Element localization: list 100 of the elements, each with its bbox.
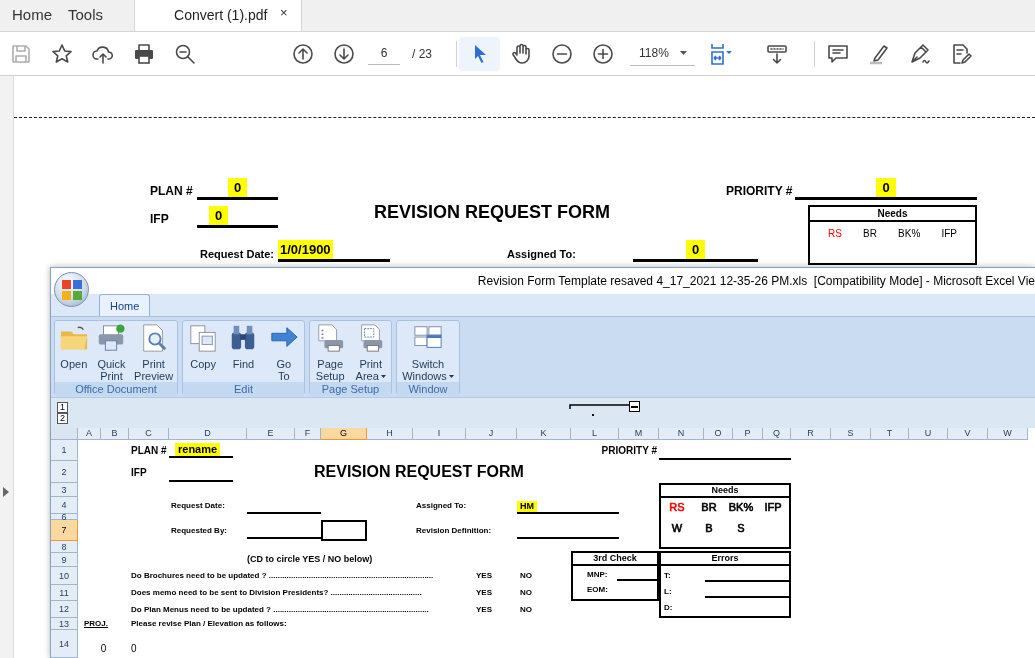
- column-header[interactable]: Q: [763, 428, 791, 440]
- tab[interactable]: Tools: [68, 0, 135, 31]
- box-title: Needs: [661, 485, 789, 498]
- column-header[interactable]: H: [367, 428, 413, 440]
- row-header[interactable]: 12: [51, 601, 78, 618]
- row-header[interactable]: 14: [51, 630, 78, 658]
- column-header[interactable]: T: [871, 428, 909, 440]
- form-label: Assigned To:: [415, 499, 466, 512]
- caret-icon: [680, 51, 687, 55]
- row-header[interactable]: 1: [51, 440, 78, 461]
- row-header[interactable]: 11: [51, 585, 78, 601]
- box-title: Errors: [661, 553, 789, 566]
- column-header[interactable]: S: [831, 428, 871, 440]
- cell-value: 0: [130, 642, 138, 656]
- window-title: Revision Form Template resaved 4_17_2021 12-35-26 PM.xls [Compatibility Mode] - Microsoft Excel Vie: [477, 272, 1035, 290]
- column-header[interactable]: V: [948, 428, 988, 440]
- needs-option: IFP: [941, 226, 957, 241]
- printer-icon: [96, 323, 127, 354]
- question-text: Do Brochures need to be updated ? ..........................................................................: [130, 570, 435, 582]
- column-header[interactable]: E: [247, 428, 295, 440]
- ribbon-button[interactable]: Print Preview: [133, 323, 175, 383]
- active-cell[interactable]: [321, 520, 367, 541]
- group-label: Edit: [183, 382, 304, 397]
- collapse-button[interactable]: [629, 401, 640, 413]
- needs-option: W: [671, 522, 683, 534]
- column-header[interactable]: U: [909, 428, 948, 440]
- column-header[interactable]: O: [704, 428, 733, 440]
- row-header[interactable]: 10: [51, 567, 78, 585]
- answer-option: NO: [517, 570, 571, 582]
- minus-icon: [631, 405, 638, 408]
- form-label: Request Date:: [170, 499, 226, 512]
- form-value: rename: [175, 443, 221, 456]
- form-title: REVISION REQUEST FORM: [313, 462, 525, 482]
- column-header[interactable]: M: [619, 428, 659, 440]
- column-header[interactable]: B: [101, 428, 129, 440]
- arrow-up-circle-icon: [290, 41, 315, 66]
- column-header[interactable]: N: [659, 428, 704, 440]
- plus-circle-icon: [590, 41, 615, 66]
- needs-option: B: [705, 522, 713, 534]
- ribbon-button[interactable]: Page Setup: [314, 323, 347, 383]
- column-header[interactable]: P: [733, 428, 763, 440]
- question-text: Do Plan Menus need to be updated ? ......................................................................: [130, 603, 430, 616]
- column-header[interactable]: J: [466, 428, 517, 440]
- ribbon-button[interactable]: Print Area: [354, 323, 387, 383]
- form-label: T:: [663, 570, 672, 582]
- page-number-field[interactable]: 6: [368, 42, 400, 65]
- needs-option: IFP: [764, 501, 782, 513]
- column-header[interactable]: D: [169, 428, 247, 440]
- document-printer-icon: [315, 323, 346, 354]
- note-text: Please revise Plan / Elevation as follows:: [130, 619, 288, 629]
- group-label: Window: [397, 382, 459, 397]
- form-value: 0: [876, 177, 896, 197]
- form-label: Requested By:: [170, 524, 228, 537]
- column-header[interactable]: I: [413, 428, 466, 440]
- form-label: D:: [663, 602, 673, 614]
- row-header[interactable]: 7: [51, 520, 78, 541]
- app-logo-icon: [60, 278, 83, 301]
- question-text: Does memo need to be sent to Division Presidents? .........................................: [130, 587, 423, 599]
- row-header[interactable]: 2: [51, 461, 78, 483]
- column-header[interactable]: K: [517, 428, 571, 440]
- row-header[interactable]: 8: [51, 541, 78, 553]
- tab[interactable]: Home: [0, 0, 68, 31]
- outline-level-button[interactable]: 1: [57, 402, 68, 414]
- column-header[interactable]: R: [791, 428, 831, 440]
- column-header[interactable]: L: [571, 428, 619, 440]
- star-icon: [49, 41, 74, 66]
- form-label: Request Date:: [200, 246, 275, 262]
- select-tool-button[interactable]: [459, 36, 500, 71]
- form-label: MNP:: [586, 569, 609, 581]
- form-label: PLAN #: [150, 183, 194, 200]
- ribbon-button[interactable]: Find: [227, 323, 260, 371]
- form-label: EOM:: [586, 584, 608, 596]
- row-header[interactable]: 9: [51, 553, 78, 567]
- column-header[interactable]: C: [129, 428, 169, 440]
- column-header[interactable]: G: [321, 428, 367, 440]
- ribbon-button[interactable]: Quick Print: [95, 323, 128, 383]
- ribbon-button[interactable]: Copy: [187, 323, 220, 371]
- form-label: PROJ.: [83, 619, 109, 629]
- close-tab-button[interactable]: ×: [280, 2, 288, 22]
- row-header[interactable]: 13: [51, 618, 78, 630]
- ribbon-tab[interactable]: Home: [99, 294, 151, 317]
- needs-option: BK%: [728, 501, 754, 513]
- column-header[interactable]: W: [988, 428, 1028, 440]
- copy-icon: [188, 323, 219, 354]
- answer-option: NO: [517, 603, 571, 616]
- ribbon-button[interactable]: Go To: [267, 323, 300, 383]
- form-label: PRIORITY #: [726, 183, 794, 200]
- answer-option: YES: [466, 603, 517, 616]
- form-value: 0: [227, 177, 248, 197]
- zoom-dropdown[interactable]: 118%: [630, 41, 695, 66]
- row-header[interactable]: 3: [51, 483, 78, 497]
- ribbon-button[interactable]: Switch Windows: [401, 323, 455, 383]
- ribbon-button[interactable]: Open: [57, 323, 90, 371]
- expand-icon[interactable]: [3, 487, 9, 497]
- arrow-down-circle-icon: [331, 41, 356, 66]
- row-header[interactable]: 4: [51, 497, 78, 514]
- form-label: Assigned To:: [507, 246, 577, 262]
- column-header[interactable]: A: [78, 428, 101, 440]
- outline-level-button[interactable]: 2: [57, 413, 68, 425]
- column-header[interactable]: F: [295, 428, 321, 440]
